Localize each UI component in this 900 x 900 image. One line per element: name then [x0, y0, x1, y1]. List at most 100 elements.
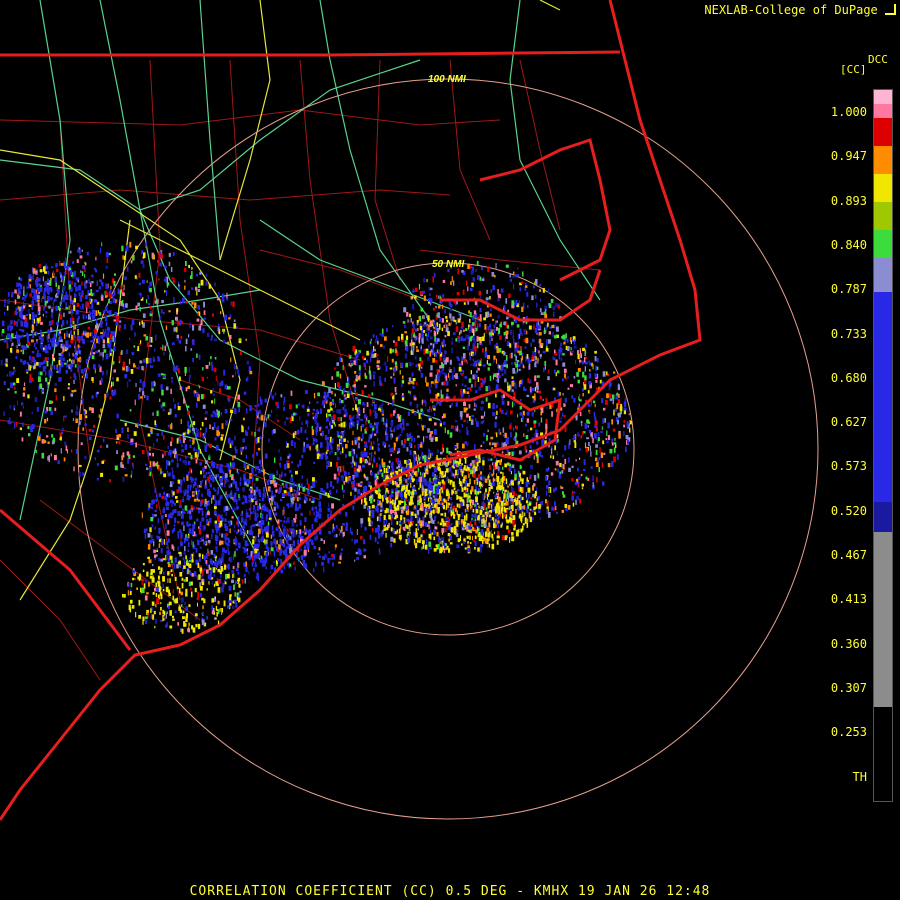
radar-return-pixel [441, 415, 444, 419]
radar-return-pixel [153, 442, 155, 448]
radar-return-pixel [360, 468, 363, 473]
radar-return-pixel [186, 489, 188, 495]
radar-return-pixel [394, 426, 396, 429]
radar-return-pixel [392, 449, 395, 453]
radar-return-pixel [345, 408, 347, 412]
radar-return-pixel [335, 533, 338, 538]
radar-return-pixel [397, 460, 401, 465]
radar-return-pixel [192, 484, 194, 489]
radar-return-pixel [518, 502, 520, 508]
radar-return-pixel [328, 414, 332, 417]
radar-return-pixel [491, 501, 494, 504]
radar-return-pixel [232, 455, 234, 461]
radar-return-pixel [466, 467, 470, 471]
radar-return-pixel [526, 477, 528, 481]
radar-return-pixel [324, 435, 328, 441]
radar-return-pixel [371, 392, 374, 396]
radar-return-pixel [494, 494, 497, 499]
radar-return-pixel [162, 312, 165, 315]
radar-return-pixel [476, 421, 479, 427]
radar-return-pixel [16, 400, 18, 406]
radar-return-pixel [594, 356, 597, 362]
radar-return-pixel [482, 460, 485, 466]
radar-return-pixel [453, 514, 456, 519]
radar-return-pixel [311, 500, 315, 503]
radar-return-pixel [256, 543, 259, 549]
radar-return-pixel [147, 433, 151, 437]
radar-return-pixel [178, 564, 180, 568]
radar-return-pixel [573, 397, 576, 403]
radar-return-pixel [188, 471, 190, 475]
radar-return-pixel [146, 299, 148, 304]
radar-return-pixel [187, 496, 190, 501]
radar-return-pixel [566, 338, 569, 343]
radar-return-pixel [518, 368, 521, 371]
radar-return-pixel [343, 432, 345, 437]
radar-return-pixel [379, 503, 382, 506]
radar-return-pixel [493, 355, 496, 360]
radar-return-pixel [350, 424, 352, 428]
radar-return-pixel [372, 528, 374, 533]
radar-return-pixel [151, 381, 154, 387]
radar-return-pixel [132, 455, 135, 458]
radar-return-pixel [487, 385, 491, 391]
radar-return-pixel [559, 462, 562, 467]
radar-return-pixel [383, 467, 386, 473]
radar-return-pixel [372, 398, 376, 403]
radar-return-pixel [383, 494, 387, 499]
radar-return-pixel [27, 426, 30, 430]
radar-return-pixel [147, 533, 151, 538]
radar-return-pixel [311, 425, 313, 430]
radar-return-pixel [371, 514, 374, 519]
radar-return-pixel [416, 504, 418, 509]
radar-return-pixel [506, 341, 510, 346]
radar-return-pixel [377, 437, 379, 442]
radar-return-pixel [321, 430, 324, 437]
radar-return-pixel [540, 408, 543, 410]
radar-return-pixel [578, 399, 582, 402]
radar-return-pixel [606, 371, 608, 375]
radar-return-pixel [399, 517, 402, 521]
radar-return-pixel [22, 422, 24, 427]
radar-return-pixel [398, 469, 401, 472]
radar-return-pixel [399, 463, 402, 468]
radar-return-pixel [480, 421, 484, 424]
radar-return-pixel [264, 453, 268, 459]
radar-return-pixel [579, 359, 582, 363]
radar-return-pixel [371, 349, 374, 355]
radar-return-pixel [190, 469, 193, 473]
radar-return-pixel [262, 492, 265, 498]
radar-return-pixel [435, 544, 438, 547]
radar-return-pixel [252, 454, 254, 458]
radar-return-pixel [309, 401, 311, 404]
radar-return-pixel [363, 539, 366, 545]
radar-return-pixel [179, 564, 182, 568]
radar-return-pixel [188, 264, 190, 269]
radar-return-pixel [188, 560, 191, 563]
radar-return-pixel [513, 391, 516, 397]
radar-return-pixel [326, 460, 328, 465]
radar-return-pixel [204, 540, 207, 545]
radar-return-pixel [197, 305, 200, 310]
radar-return-pixel [378, 548, 381, 553]
radar-return-pixel [338, 424, 341, 427]
radar-return-pixel [322, 490, 326, 495]
radar-return-pixel [429, 514, 432, 519]
radar-return-pixel [580, 474, 583, 477]
radar-return-pixel [562, 362, 566, 367]
radar-return-pixel [347, 440, 349, 443]
radar-return-pixel [484, 478, 488, 483]
radar-return-pixel [490, 530, 492, 534]
radar-return-pixel [203, 469, 205, 475]
radar-return-pixel [254, 482, 256, 489]
radar-return-pixel [449, 542, 453, 545]
radar-return-pixel [507, 386, 511, 392]
radar-return-pixel [6, 374, 9, 377]
radar-return-pixel [463, 521, 466, 527]
radar-return-pixel [450, 510, 453, 517]
radar-return-pixel [295, 502, 298, 508]
radar-return-pixel [68, 383, 70, 386]
radar-return-pixel [96, 477, 99, 481]
radar-return-pixel [411, 478, 415, 483]
radar-return-pixel [496, 432, 498, 438]
